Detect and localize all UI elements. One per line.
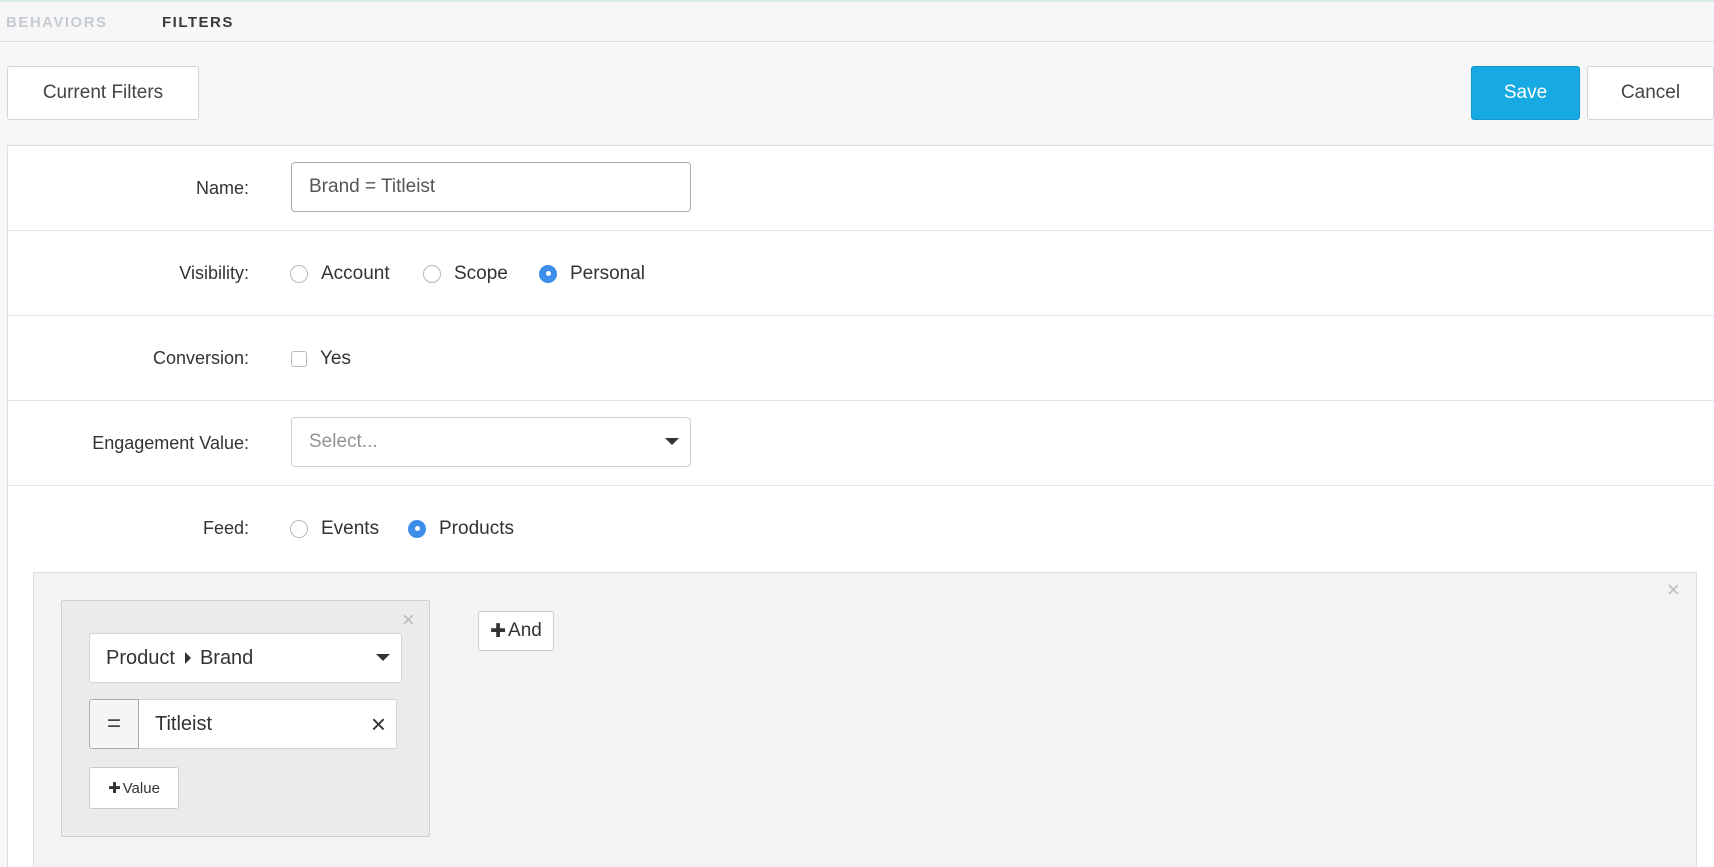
visibility-row: Visibility: Account Scope Personal	[8, 231, 1714, 316]
visibility-option-account[interactable]: Account	[290, 231, 390, 316]
operator-value-group: = Titleist ×	[89, 699, 397, 749]
cancel-button[interactable]: Cancel	[1587, 66, 1714, 120]
radio-icon[interactable]	[423, 264, 441, 283]
radio-icon[interactable]	[290, 264, 308, 283]
option-label: Products	[439, 517, 514, 539]
tab-filters[interactable]: FILTERS	[162, 14, 234, 31]
add-value-label: Value	[122, 779, 160, 797]
add-and-label: And	[508, 620, 542, 641]
engagement-row: Engagement Value: Select...	[8, 401, 1714, 486]
tab-behaviors[interactable]: BEHAVIORS	[6, 14, 108, 31]
caret-down-icon	[665, 438, 679, 445]
radio-icon[interactable]	[290, 519, 308, 538]
name-label: Name:	[195, 178, 249, 198]
conversion-row: Conversion: Yes	[8, 316, 1714, 401]
field-path-select[interactable]: Product Brand	[89, 633, 402, 683]
visibility-label: Visibility:	[179, 263, 249, 283]
select-placeholder: Select...	[309, 431, 378, 452]
visibility-option-personal[interactable]: Personal	[539, 231, 645, 316]
feed-label: Feed:	[202, 518, 249, 538]
visibility-option-scope[interactable]: Scope	[423, 231, 508, 316]
add-and-button[interactable]: ✚ And	[478, 611, 554, 651]
operator-button[interactable]: =	[89, 699, 139, 749]
feed-option-events[interactable]: Events	[290, 486, 379, 571]
top-tab-bar: BEHAVIORS FILTERS	[0, 0, 1714, 42]
name-row: Name: Brand = Titleist	[8, 146, 1714, 231]
option-label: Scope	[454, 262, 508, 284]
conversion-label: Conversion:	[152, 348, 249, 368]
radio-selected-icon[interactable]	[408, 519, 426, 538]
caret-down-icon	[376, 654, 390, 661]
filter-condition: × Product Brand = Titleist × ✚ Value	[61, 600, 430, 837]
engagement-label: Engagement Value:	[92, 433, 249, 453]
radio-selected-icon[interactable]	[539, 264, 557, 283]
option-label: Events	[321, 517, 380, 539]
option-label: Personal	[570, 262, 645, 284]
current-filters-button[interactable]: Current Filters	[7, 66, 199, 120]
field-path-parent: Product	[106, 646, 175, 669]
feed-row: Feed: Events Products	[8, 486, 1714, 571]
value-input[interactable]: Titleist ×	[139, 699, 397, 749]
caret-right-icon	[184, 652, 191, 664]
close-icon[interactable]: ×	[1667, 579, 1680, 601]
add-value-button[interactable]: ✚ Value	[89, 767, 179, 809]
filter-form-panel: Name: Brand = Titleist Visibility: Accou…	[7, 145, 1714, 867]
field-path-child: Brand	[199, 646, 254, 669]
conversion-checkbox-option[interactable]: Yes	[291, 316, 351, 401]
name-input[interactable]: Brand = Titleist	[291, 162, 691, 212]
engagement-select[interactable]: Select...	[291, 417, 691, 467]
filter-builder: × × Product Brand = Titleist × ✚ Value ✚…	[33, 572, 1697, 867]
save-button[interactable]: Save	[1471, 66, 1580, 120]
option-label: Account	[321, 262, 390, 284]
plus-icon: ✚	[108, 780, 121, 797]
feed-option-products[interactable]: Products	[408, 486, 514, 571]
checkbox-icon[interactable]	[291, 350, 307, 367]
value-text: Titleist	[155, 712, 213, 735]
close-icon[interactable]: ×	[371, 711, 386, 737]
close-icon[interactable]: ×	[402, 609, 415, 631]
plus-icon: ✚	[490, 620, 507, 642]
option-label: Yes	[320, 347, 351, 369]
